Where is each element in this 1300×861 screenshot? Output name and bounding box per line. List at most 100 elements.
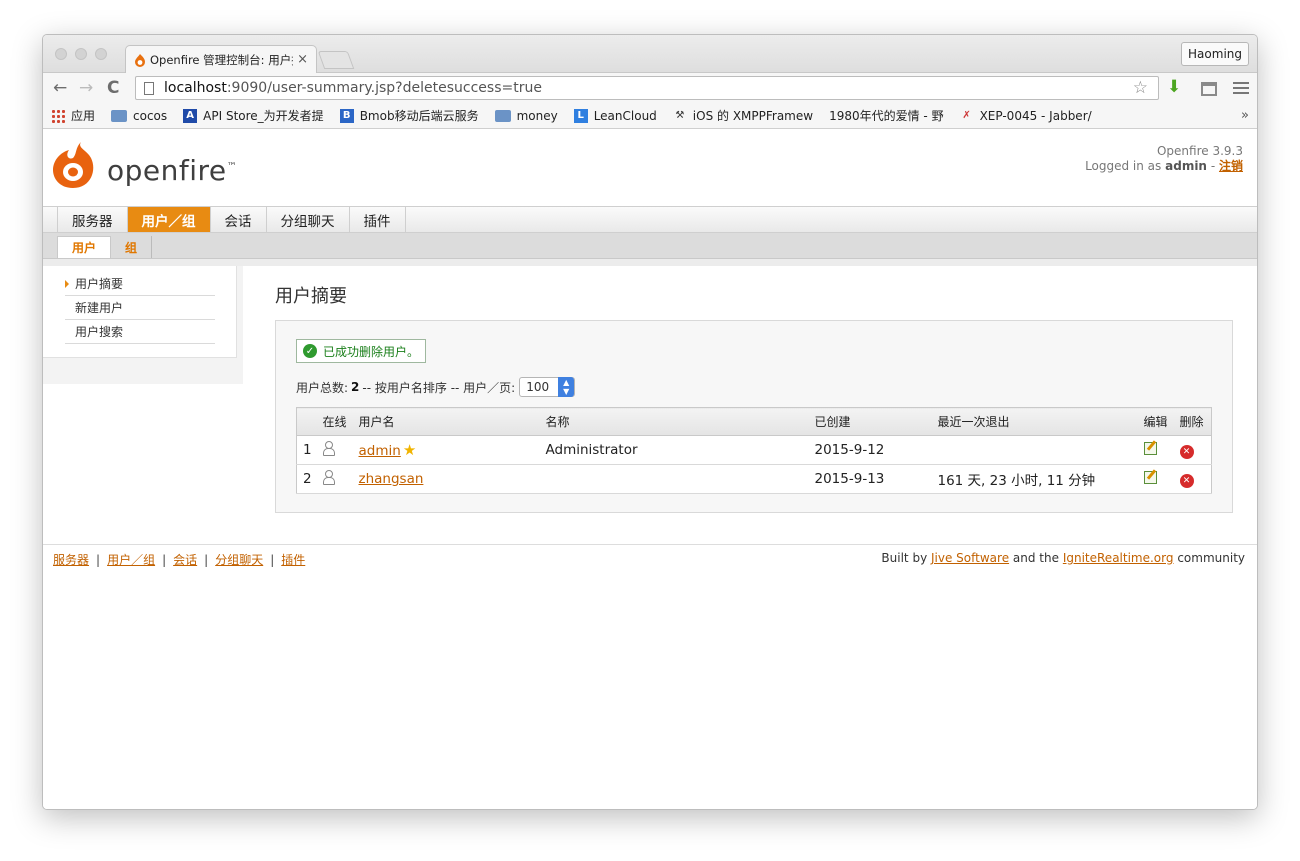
- logout-link[interactable]: 注销: [1219, 159, 1243, 173]
- user-count-summary: 用户总数: 2 -- 按用户名排序 -- 用户／页: 100 ▲ ▼: [296, 377, 576, 397]
- username-link[interactable]: zhangsan: [359, 471, 424, 487]
- tab-title: Openfire 管理控制台: 用户摘: [150, 52, 294, 67]
- minimize-window-button[interactable]: [75, 48, 87, 60]
- bookmark-item[interactable]: B Bmob移动后端云服务: [339, 107, 479, 124]
- header-user-info: Openfire 3.9.3 Logged in as admin - 注销: [1085, 144, 1243, 173]
- edit-icon[interactable]: [1143, 470, 1157, 484]
- close-window-button[interactable]: [55, 48, 67, 60]
- bookmark-item[interactable]: A API Store_为开发者提: [183, 107, 324, 124]
- footer-link-group-chat[interactable]: 分组聊天: [215, 553, 263, 567]
- download-extension-icon[interactable]: ⬇: [1167, 77, 1181, 97]
- table-header-row: 在线 用户名 名称 已创建 最近一次退出 编辑 删除: [296, 407, 1212, 436]
- openfire-logo[interactable]: openfire™: [51, 140, 237, 190]
- main-nav-group-chat[interactable]: 分组聊天: [267, 207, 350, 232]
- window-controls: [55, 48, 107, 60]
- admin-star-icon: ★: [402, 441, 417, 459]
- reload-icon[interactable]: C: [107, 78, 119, 98]
- tab-close-icon[interactable]: ×: [297, 52, 308, 67]
- bookmark-item[interactable]: L LeanCloud: [573, 108, 657, 123]
- sidebar-item-user-summary[interactable]: 用户摘要: [65, 272, 215, 296]
- user-last-logout: [931, 435, 1138, 465]
- col-last-logout: 最近一次退出: [931, 407, 1138, 436]
- sidebar-menu: 用户摘要 新建用户 用户搜索: [43, 266, 237, 358]
- sidebar-item-create-user[interactable]: 新建用户: [65, 296, 215, 320]
- main-nav: 服务器 用户／组 会话 分组聊天 插件: [43, 206, 1257, 233]
- bookmark-item[interactable]: cocos: [111, 109, 167, 123]
- sidebar-item-user-search[interactable]: 用户搜索: [65, 320, 215, 344]
- footer-link-sessions[interactable]: 会话: [173, 553, 197, 567]
- user-last-logout: 161 天, 23 小时, 11 分钟: [931, 464, 1138, 494]
- bookmark-item[interactable]: 1980年代的爱情 - 野: [43, 107, 944, 211]
- user-summary-panel: ✓ 已成功删除用户。 用户总数: 2 -- 按用户名排序 -- 用户／页: 100 …: [275, 320, 1233, 513]
- edit-icon[interactable]: [1143, 441, 1157, 455]
- page-icon: [144, 81, 154, 95]
- user-total: 2: [351, 380, 360, 394]
- username-link[interactable]: admin: [359, 443, 401, 459]
- delete-icon[interactable]: ✕: [1179, 444, 1194, 459]
- footer-link-server[interactable]: 服务器: [53, 553, 89, 567]
- table-row: 2 zhangsan 2015-9-13 161 天, 23 小时, 11 分钟…: [296, 464, 1212, 494]
- col-username: 用户名: [352, 407, 540, 436]
- version-label: Openfire 3.9.3: [1156, 144, 1243, 158]
- user-name: Administrator: [539, 435, 809, 465]
- page-title: 用户摘要: [275, 286, 347, 307]
- main-nav-server[interactable]: 服务器: [57, 207, 128, 232]
- footer-nav: 服务器 | 用户／组 | 会话 | 分组聊天 | 插件: [53, 553, 306, 567]
- main-nav-plugins[interactable]: 插件: [350, 207, 406, 232]
- offline-user-icon: [322, 470, 335, 485]
- col-online: 在线: [316, 407, 353, 436]
- sub-nav-users[interactable]: 用户: [57, 236, 112, 258]
- address-bar[interactable]: localhost:9090/user-summary.jsp?deletesu…: [135, 76, 1159, 100]
- footer-link-plugins[interactable]: 插件: [281, 553, 305, 567]
- leancloud-icon: L: [573, 108, 588, 123]
- github-icon: ⚒: [675, 110, 685, 121]
- user-name: [539, 464, 809, 494]
- bookmark-item[interactable]: money: [494, 109, 558, 123]
- delete-icon[interactable]: ✕: [1179, 473, 1194, 488]
- footer-credits: Built by Jive Software and the IgniteRea…: [881, 551, 1245, 565]
- menu-icon[interactable]: [1233, 82, 1249, 94]
- main-nav-sessions[interactable]: 会话: [211, 207, 267, 232]
- users-per-page-select[interactable]: 100 ▲ ▼: [519, 377, 576, 397]
- browser-window: Openfire 管理控制台: 用户摘 × Haoming ← → C loca…: [42, 34, 1258, 810]
- openfire-favicon-icon: [135, 53, 145, 67]
- col-delete: 删除: [1173, 407, 1212, 436]
- browser-tab[interactable]: Openfire 管理控制台: 用户摘 ×: [125, 45, 317, 73]
- bookmark-item[interactable]: ✗ XEP-0045 - Jabber/: [960, 109, 1091, 123]
- tab-strip: Openfire 管理控制台: 用户摘 × Haoming: [43, 35, 1257, 73]
- footer-link-users-groups[interactable]: 用户／组: [107, 553, 155, 567]
- bookmark-star-icon[interactable]: ☆: [1133, 78, 1148, 98]
- sidebar: 用户摘要 新建用户 用户搜索: [43, 266, 243, 384]
- user-created: 2015-9-12: [808, 435, 932, 465]
- ignite-realtime-link[interactable]: IgniteRealtime.org: [1063, 551, 1174, 565]
- sub-nav-groups[interactable]: 组: [111, 236, 153, 258]
- forward-arrow-icon[interactable]: →: [79, 78, 93, 98]
- folder-icon: [111, 109, 128, 122]
- main-nav-users-groups[interactable]: 用户／组: [127, 207, 211, 232]
- api-store-icon: A: [183, 108, 198, 123]
- col-edit: 编辑: [1137, 407, 1174, 436]
- jive-software-link[interactable]: Jive Software: [931, 551, 1009, 565]
- new-tab-button[interactable]: [317, 51, 355, 69]
- user-created: 2015-9-13: [808, 464, 932, 494]
- bookmark-item[interactable]: ⚒ iOS 的 XMPPFramew: [673, 107, 813, 124]
- select-arrows-icon: ▲ ▼: [558, 377, 575, 397]
- bookmarks-bar: 应用 cocos A API Store_为开发者提 B Bmob移动后端云服务 m…: [43, 103, 1257, 211]
- folder-icon: [494, 109, 511, 122]
- sub-nav-strip: [43, 259, 1257, 266]
- bookmarks-overflow-icon[interactable]: »: [1241, 108, 1249, 123]
- url-host: localhost: [164, 80, 227, 96]
- xmpp-icon: ✗: [962, 110, 971, 121]
- browser-toolbar: ← → C localhost:9090/user-summary.jsp?de…: [43, 73, 1257, 103]
- back-arrow-icon[interactable]: ←: [53, 78, 67, 98]
- bookmark-item[interactable]: 应用: [51, 107, 95, 124]
- row-index: 2: [296, 464, 317, 494]
- url-path: :9090/user-summary.jsp?deletesuccess=tru…: [226, 80, 542, 96]
- zoom-window-button[interactable]: [95, 48, 107, 60]
- profile-button[interactable]: Haoming: [1181, 42, 1249, 66]
- col-name: 名称: [539, 407, 809, 436]
- openfire-flame-icon: [53, 142, 94, 188]
- panel-extension-icon[interactable]: [1201, 82, 1217, 96]
- row-index: 1: [296, 435, 317, 465]
- sub-nav: 用户 组: [43, 233, 1257, 259]
